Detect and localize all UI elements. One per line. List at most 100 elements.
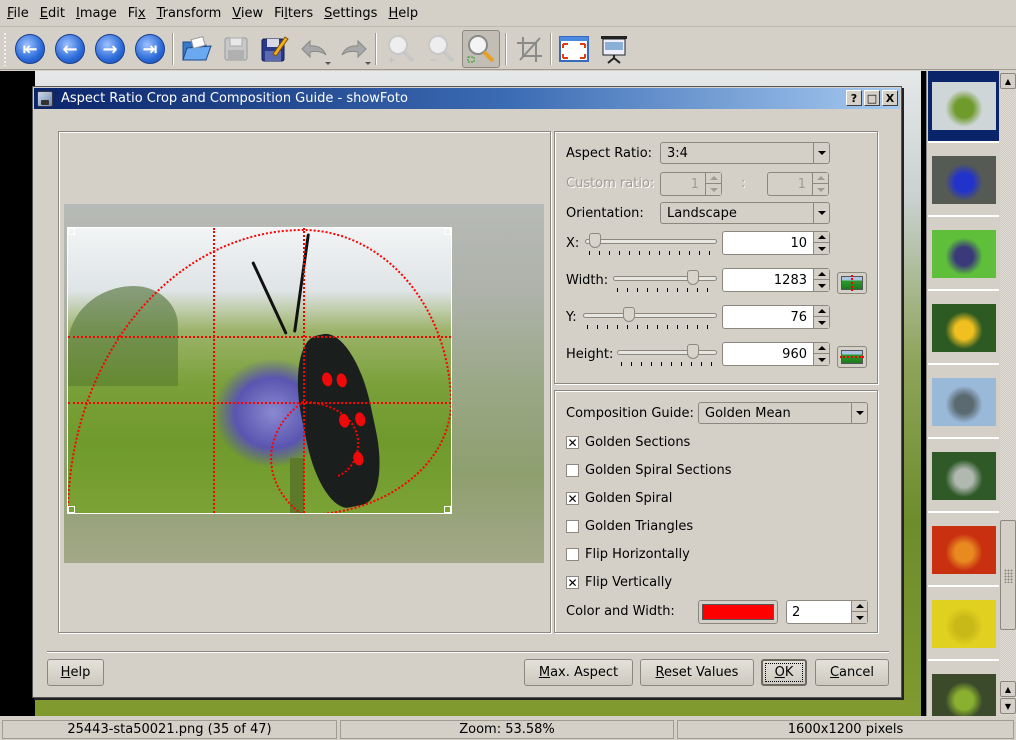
guide-width-spinbox[interactable]: 2 [786, 600, 868, 624]
scrollbar-handle[interactable] [1000, 520, 1016, 630]
scroll-down-button[interactable]: ▼ [1000, 698, 1016, 714]
spin-up-icon[interactable] [814, 232, 829, 243]
reset-values-button[interactable]: Reset Values [640, 659, 754, 686]
first-image-button[interactable]: ⇤ [11, 30, 49, 68]
thumbnail-butterfly-on-leaf[interactable] [928, 219, 999, 291]
x-spinbox[interactable]: 10 [722, 231, 830, 255]
spin-down-icon[interactable] [814, 243, 829, 254]
checkbox-golden-sections[interactable]: ✕ Golden Sections [566, 435, 690, 450]
maximize-button[interactable]: □ [864, 90, 880, 106]
y-spinbox[interactable]: 76 [722, 305, 830, 329]
menu-transform[interactable]: Transform [154, 6, 230, 21]
cancel-button[interactable]: Cancel [815, 659, 889, 686]
y-slider[interactable] [583, 307, 717, 329]
toolbar-grip[interactable] [3, 32, 7, 66]
checkbox-golden-spiral[interactable]: ✕ Golden Spiral [566, 491, 672, 506]
undo-button[interactable] [295, 30, 333, 68]
slider-handle[interactable] [623, 307, 635, 322]
spin-up-icon[interactable] [814, 306, 829, 317]
custom-ratio-denominator[interactable]: 1 [767, 172, 829, 196]
spin-down-icon[interactable] [814, 317, 829, 328]
redo-dropdown-arrow[interactable] [365, 62, 371, 65]
fullscreen-button[interactable] [555, 30, 593, 68]
thumbnail-coastline[interactable] [928, 367, 999, 439]
slider-handle[interactable] [589, 233, 601, 248]
spin-down-icon[interactable] [814, 354, 829, 365]
slider-handle[interactable] [687, 344, 699, 359]
spin-up-icon[interactable] [813, 173, 828, 184]
menu-file[interactable]: File [4, 6, 37, 21]
menu-edit[interactable]: Edit [37, 6, 73, 21]
checkbox-flip-horizontally[interactable]: Flip Horizontally [566, 547, 690, 562]
center-width-button[interactable] [837, 272, 867, 294]
thumbnail-scrollbar[interactable]: ▲ ▲ ▼ [1000, 71, 1016, 716]
thumbnail-blue-flower-on-rock[interactable] [928, 145, 999, 217]
crop-handle-top-left[interactable] [68, 228, 75, 235]
x-slider[interactable] [585, 233, 717, 255]
checkbox-flip-vertically[interactable]: ✕ Flip Vertically [566, 575, 672, 590]
previous-image-button[interactable]: ← [51, 30, 89, 68]
menu-filters[interactable]: Filters [271, 6, 321, 21]
zoom-in-button[interactable]: + [382, 30, 420, 68]
crop-selection[interactable] [67, 227, 452, 514]
open-button[interactable] [177, 30, 215, 68]
context-help-button[interactable]: ? [846, 90, 862, 106]
save-button[interactable] [217, 30, 255, 68]
back-arrow-icon: ← [55, 34, 85, 64]
guide-color-button[interactable] [698, 600, 778, 624]
crop-handle-bottom-left[interactable] [68, 506, 75, 513]
thumbnail-tree-in-rapeseed-field[interactable] [928, 589, 999, 661]
menu-fix[interactable]: Fix [125, 6, 154, 21]
spin-down-icon[interactable] [814, 280, 829, 291]
composition-guide-combo[interactable]: Golden Mean [698, 402, 868, 424]
spin-down-icon[interactable] [706, 184, 721, 195]
custom-ratio-numerator[interactable]: 1 [660, 172, 722, 196]
height-slider[interactable] [617, 344, 717, 366]
zoom-out-button[interactable]: − [422, 30, 460, 68]
toolbar-separator [550, 33, 552, 65]
thumbnail-park-trees[interactable] [928, 663, 999, 716]
thumbnail-red-roses[interactable] [928, 515, 999, 587]
crop-handle-bottom-right[interactable] [444, 506, 451, 513]
center-height-button[interactable] [837, 346, 867, 368]
help-button[interactable]: Help [47, 659, 104, 686]
scroll-up-button[interactable]: ▲ [1000, 73, 1016, 89]
spin-down-icon[interactable] [852, 612, 867, 623]
checkbox-golden-spiral-sections[interactable]: Golden Spiral Sections [566, 463, 732, 478]
save-as-button[interactable] [255, 30, 293, 68]
thumbnail-forest-canyon[interactable] [928, 441, 999, 513]
aspect-ratio-combo[interactable]: 3:4 [660, 142, 830, 164]
spin-up-icon[interactable] [852, 601, 867, 612]
menu-view[interactable]: View [229, 6, 271, 21]
spin-down-icon[interactable] [813, 184, 828, 195]
spin-up-icon[interactable] [706, 173, 721, 184]
width-spinbox[interactable]: 1283 [722, 268, 830, 292]
slider-ticks [621, 362, 713, 366]
crop-handle-top-right[interactable] [444, 228, 451, 235]
menu-settings[interactable]: Settings [321, 6, 385, 21]
close-button[interactable]: X [882, 90, 898, 106]
height-spinbox[interactable]: 960 [722, 342, 830, 366]
dialog-titlebar[interactable]: Aspect Ratio Crop and Composition Guide … [34, 88, 900, 109]
menu-help[interactable]: Help [385, 6, 426, 21]
scroll-up-button-bottom[interactable]: ▲ [1000, 681, 1016, 697]
crop-button[interactable] [510, 30, 548, 68]
spin-up-icon[interactable] [814, 269, 829, 280]
thumbnail-moth-on-flower[interactable] [928, 71, 999, 143]
redo-button[interactable] [335, 30, 373, 68]
thumbnail-yellow-flower[interactable] [928, 293, 999, 365]
undo-dropdown-arrow[interactable] [325, 62, 331, 65]
checkbox-golden-triangles[interactable]: Golden Triangles [566, 519, 693, 534]
zoom-fit-button[interactable] [462, 30, 500, 68]
slider-handle[interactable] [687, 270, 699, 285]
next-image-button[interactable]: → [91, 30, 129, 68]
last-image-button[interactable]: ⇥ [131, 30, 169, 68]
orientation-combo[interactable]: Landscape [660, 202, 830, 224]
slideshow-button[interactable] [595, 30, 633, 68]
menu-image[interactable]: Image [73, 6, 125, 21]
ok-button[interactable]: OK [761, 659, 807, 686]
first-arrow-icon: ⇤ [15, 34, 45, 64]
width-slider[interactable] [613, 270, 717, 292]
spin-up-icon[interactable] [814, 343, 829, 354]
max-aspect-button[interactable]: Max. Aspect [524, 659, 633, 686]
